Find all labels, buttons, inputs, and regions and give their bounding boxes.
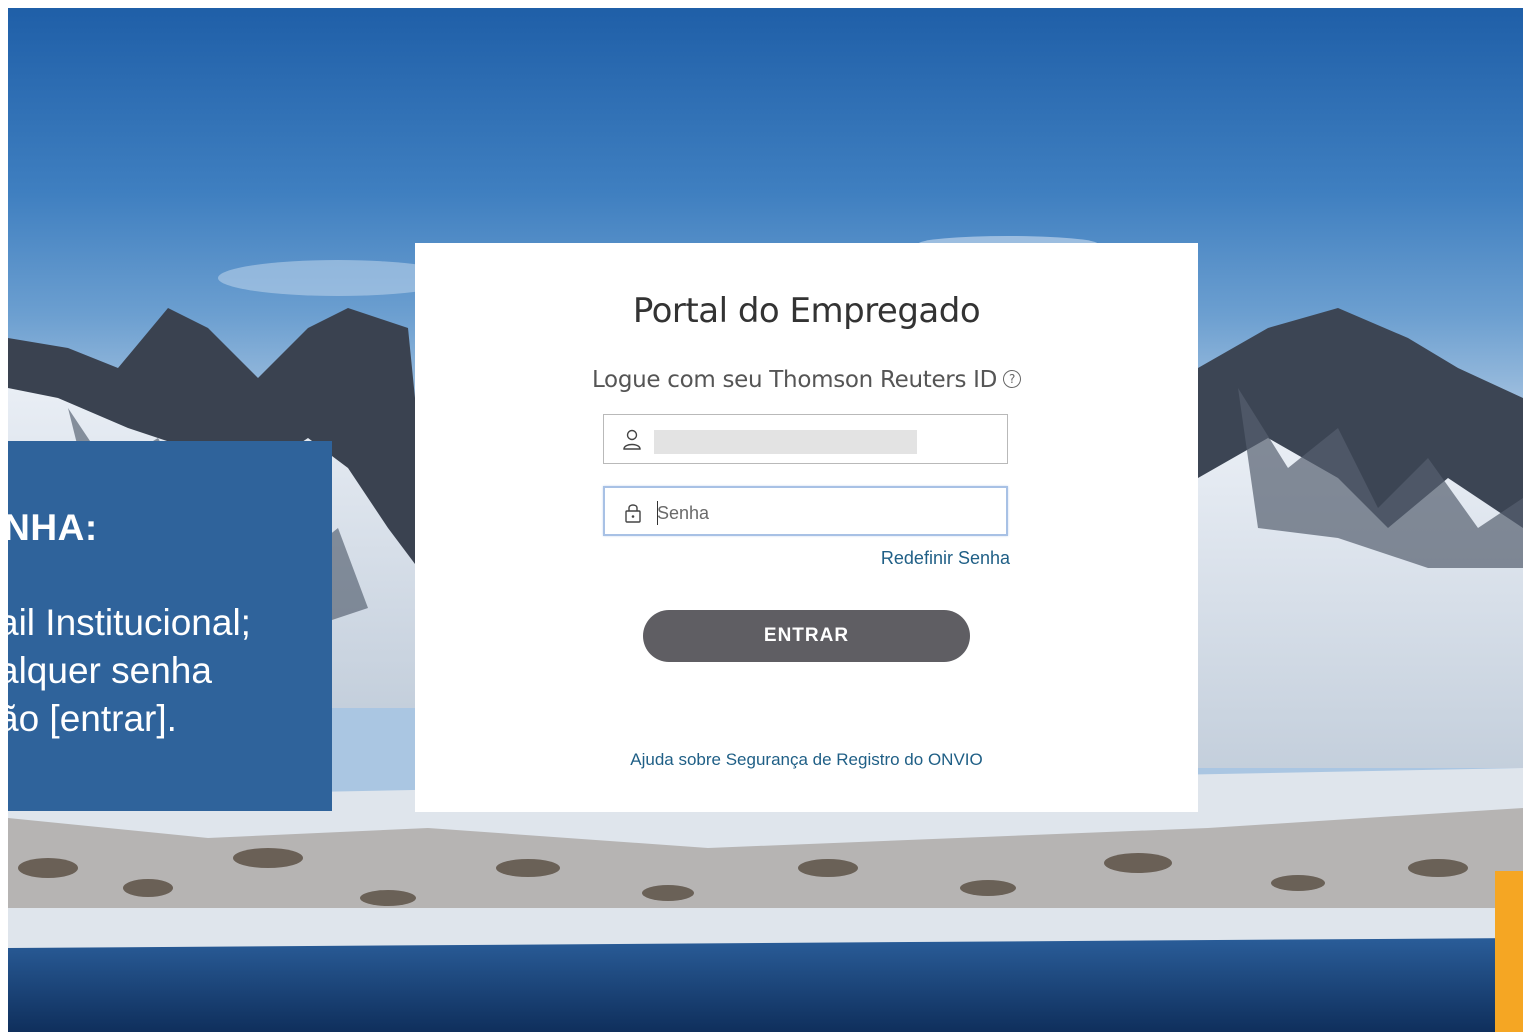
email-field[interactable] [603,414,1008,464]
instructions-line: alquer senha [8,650,212,691]
login-subtitle-text: Logue com seu Thomson Reuters ID [591,367,998,393]
login-button[interactable]: ENTRAR [643,610,970,662]
security-help-link[interactable]: Ajuda sobre Segurança de Registro do ONV… [415,750,1198,770]
help-icon[interactable]: ? [1003,369,1022,388]
login-card: Portal do Empregado Logue com seu Thomso… [415,243,1198,812]
password-field[interactable] [603,486,1008,536]
lock-icon [625,504,641,523]
login-subtitle: Logue com seu Thomson Reuters ID? [415,367,1198,393]
instructions-line: ail Institucional; [8,602,251,643]
instructions-panel: ENHA: ail Institucional; alquer senha ão… [8,441,332,811]
user-icon [623,429,641,450]
instructions-title: ENHA: [8,507,98,548]
instructions-line: ão [entrar]. [8,698,177,739]
text-caret [657,501,658,525]
side-accent-tab[interactable] [1495,871,1523,1032]
password-input[interactable] [655,498,989,528]
email-value-redacted[interactable] [654,430,917,454]
page-title: Portal do Empregado [632,291,981,331]
reset-password-link[interactable]: Redefinir Senha [881,548,1010,569]
